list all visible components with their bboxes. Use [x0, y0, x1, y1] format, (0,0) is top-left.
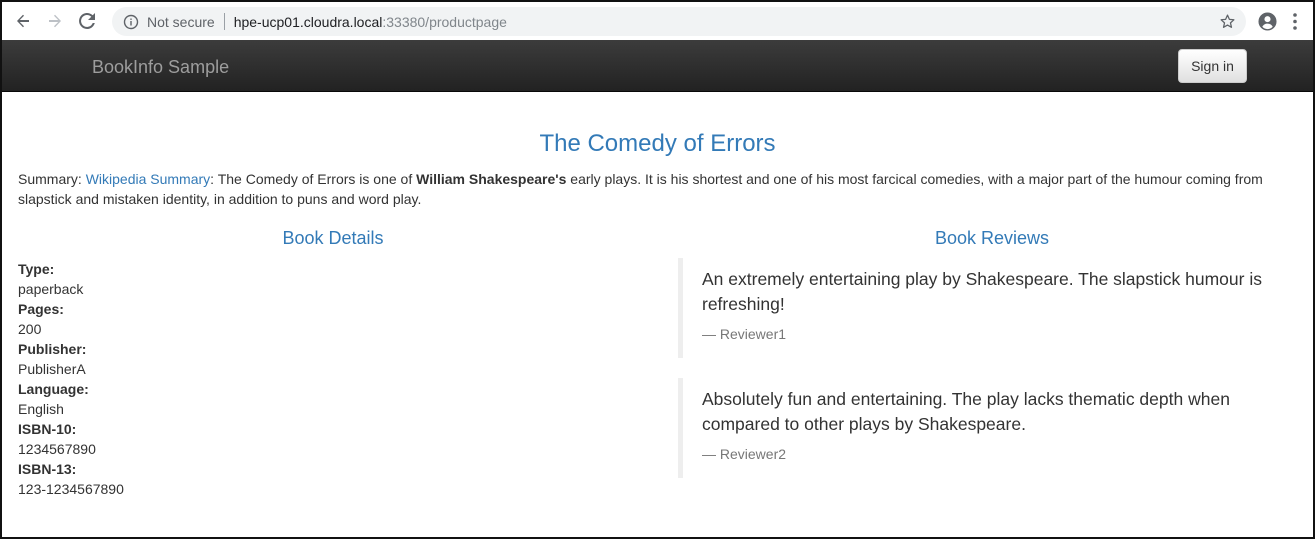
detail-label-publisher: Publisher: [18, 341, 87, 357]
book-reviews-heading: Book Reviews [934, 228, 1050, 248]
review-text: An extremely entertaining play by Shakes… [702, 269, 1262, 314]
menu-icon[interactable] [1293, 13, 1297, 30]
url-path: :33380/productpage [382, 13, 507, 30]
detail-label-isbn10: ISBN-10: [18, 421, 77, 437]
url-host: hpe-ucp01.cloudra.local [233, 13, 383, 30]
product-summary: Summary: Wikipedia Summary: The Comedy o… [18, 169, 1278, 209]
star-icon[interactable] [1219, 13, 1236, 30]
back-icon[interactable] [12, 10, 34, 32]
review-blockquote: An extremely entertaining play by Shakes… [678, 258, 1298, 358]
page-title: The Comedy of Errors [539, 130, 776, 157]
detail-value-publisher: PublisherA [18, 361, 86, 377]
brand-link[interactable]: BookInfo Sample [92, 57, 229, 78]
navbar: BookInfo Sample Sign in [2, 40, 1313, 92]
detail-value-language: English [18, 401, 64, 417]
omnibox-divider [223, 13, 225, 30]
account-icon[interactable] [1258, 12, 1277, 31]
detail-value-isbn13: 123-1234567890 [18, 481, 124, 497]
summary-prefix: Summary: [18, 171, 86, 187]
review-text: Absolutely fun and entertaining. The pla… [702, 389, 1230, 434]
forward-icon[interactable] [44, 10, 66, 32]
sign-in-button[interactable]: Sign in [1178, 49, 1247, 83]
detail-label-type: Type: [18, 261, 55, 277]
summary-author: William Shakespeare's [416, 171, 567, 187]
summary-text-1: : The Comedy of Errors is one of [210, 171, 417, 187]
review-author: — Reviewer1 [702, 326, 787, 342]
detail-value-isbn10: 1234567890 [18, 441, 96, 457]
browser-toolbar: Not secure hpe-ucp01.cloudra.local:33380… [2, 2, 1313, 40]
reload-icon[interactable] [76, 10, 98, 32]
detail-value-pages: 200 [18, 321, 42, 337]
info-icon[interactable] [123, 14, 139, 30]
detail-label-isbn13: ISBN-13: [18, 461, 77, 477]
security-label: Not secure [147, 13, 215, 30]
detail-value-type: paperback [18, 281, 84, 297]
detail-label-pages: Pages: [18, 301, 64, 317]
review-author: — Reviewer2 [702, 446, 787, 462]
detail-label-language: Language: [18, 381, 89, 397]
address-bar[interactable]: Not secure hpe-ucp01.cloudra.local:33380… [112, 7, 1246, 36]
book-details-heading: Book Details [282, 228, 384, 248]
book-details: Type: paperback Pages: 200 Publisher: Pu… [18, 259, 124, 499]
review-blockquote: Absolutely fun and entertaining. The pla… [678, 378, 1298, 478]
wikipedia-summary-link[interactable]: Wikipedia Summary [86, 171, 210, 187]
browser-window: Not secure hpe-ucp01.cloudra.local:33380… [0, 0, 1315, 539]
